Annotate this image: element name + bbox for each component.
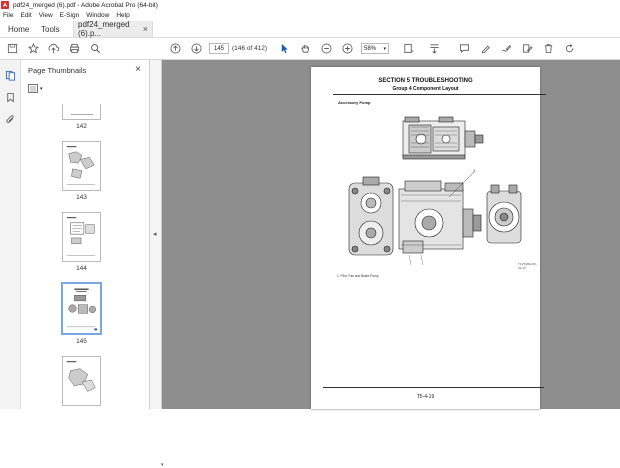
delete-icon[interactable] (542, 42, 554, 54)
zoom-value: 58% (364, 45, 377, 52)
figure-caption: 1. Pilot, Fan and Brake Pump (337, 274, 379, 278)
tab-document-label: pdf24_merged (6).p... (78, 20, 130, 38)
menu-view[interactable]: View (39, 12, 53, 19)
figure-code: T1VTMS2-05-04-12 (518, 262, 537, 270)
title-bar: pdf24_merged (6).pdf - Adobe Acrobat Pro… (0, 0, 620, 10)
tab-close-icon[interactable]: × (143, 24, 148, 34)
scroll-mode-icon[interactable] (428, 42, 440, 54)
navigation-rail (0, 60, 21, 409)
callout-number: 1 (473, 168, 476, 173)
pdf-page: SECTION 5 TROUBLESHOOTING Group 4 Compon… (311, 67, 546, 409)
select-cursor-icon[interactable] (278, 42, 290, 54)
thumbnail-label: 144 (76, 265, 87, 272)
print-icon[interactable] (68, 42, 80, 54)
thumbnail-label: 143 (76, 194, 87, 201)
tab-home[interactable]: Home (0, 21, 33, 37)
page-down-icon[interactable] (190, 42, 202, 54)
zoom-in-icon[interactable] (341, 42, 353, 54)
tab-bar: Home Tools pdf24_merged (6).p... × (0, 20, 620, 38)
header-rule (333, 94, 546, 95)
draw-icon[interactable] (500, 42, 512, 54)
thumbnail-page-142[interactable] (62, 104, 101, 120)
zoom-out-icon[interactable] (320, 42, 332, 54)
page-up-icon[interactable] (169, 42, 181, 54)
toolbar: 145 (146 of 412) 58% ▾ (0, 38, 620, 60)
menu-edit[interactable]: Edit (20, 12, 31, 19)
fit-page-icon[interactable] (402, 42, 414, 54)
thumbnail-options-button[interactable]: ▾ (28, 84, 43, 93)
page-number: T5-4-19 (416, 394, 435, 400)
thumbnail-label: 145 (76, 338, 87, 345)
highlight-pen-icon[interactable] (479, 42, 491, 54)
page-number-input[interactable]: 145 (209, 43, 229, 54)
thumbnail-page-145[interactable] (61, 282, 102, 335)
window-title: pdf24_merged (6).pdf - Adobe Acrobat Pro… (13, 1, 158, 9)
page-heading: SECTION 5 TROUBLESHOOTING (378, 78, 473, 84)
collapse-panel-icon[interactable]: ◂ (153, 230, 157, 238)
comment-icon[interactable] (458, 42, 470, 54)
menu-esign[interactable]: E-Sign (60, 12, 80, 19)
thumbnail-page-143[interactable] (62, 141, 101, 191)
pump-diagram (348, 116, 522, 266)
page-subheading: Group 4 Component Layout (392, 86, 459, 92)
fill-sign-icon[interactable] (521, 42, 533, 54)
save-icon[interactable] (6, 42, 18, 54)
tab-document[interactable]: pdf24_merged (6).p... × (73, 20, 153, 38)
chevron-down-icon: ▾ (40, 85, 43, 92)
page-count: (146 of 412) (232, 45, 268, 52)
zoom-select[interactable]: 58% ▾ (361, 43, 389, 54)
thumbnail-page-146[interactable] (62, 356, 101, 406)
menu-file[interactable]: File (3, 12, 13, 19)
panel-close-icon[interactable]: × (135, 64, 141, 75)
rotate-icon[interactable] (563, 42, 575, 54)
footer-rule (323, 387, 544, 388)
star-icon[interactable] (27, 42, 39, 54)
thumbnail-page-144[interactable] (62, 212, 101, 262)
list-options-icon (28, 84, 38, 93)
menu-window[interactable]: Window (86, 12, 109, 19)
acrobat-logo-icon (1, 1, 9, 9)
document-view[interactable]: SECTION 5 TROUBLESHOOTING Group 4 Compon… (162, 60, 620, 409)
page-thumbnails-icon[interactable] (4, 69, 17, 82)
menu-help[interactable]: Help (116, 12, 129, 19)
panel-splitter[interactable]: ◂ (150, 60, 162, 409)
thumbnail-label: 142 (76, 123, 87, 130)
tab-tools[interactable]: Tools (33, 21, 73, 37)
chevron-down-icon: ▾ (383, 45, 386, 52)
page-thumbnails-panel: Page Thumbnails × ▾ 142 143 144 145 ▾ (21, 60, 166, 468)
attachment-icon[interactable] (4, 113, 17, 126)
panel-title: Page Thumbnails (28, 66, 87, 75)
bookmark-icon[interactable] (4, 91, 17, 104)
hand-icon[interactable] (299, 42, 311, 54)
scroll-down-arrow-icon[interactable]: ▾ (161, 462, 164, 468)
search-icon[interactable] (89, 42, 101, 54)
upload-icon[interactable] (47, 42, 59, 54)
